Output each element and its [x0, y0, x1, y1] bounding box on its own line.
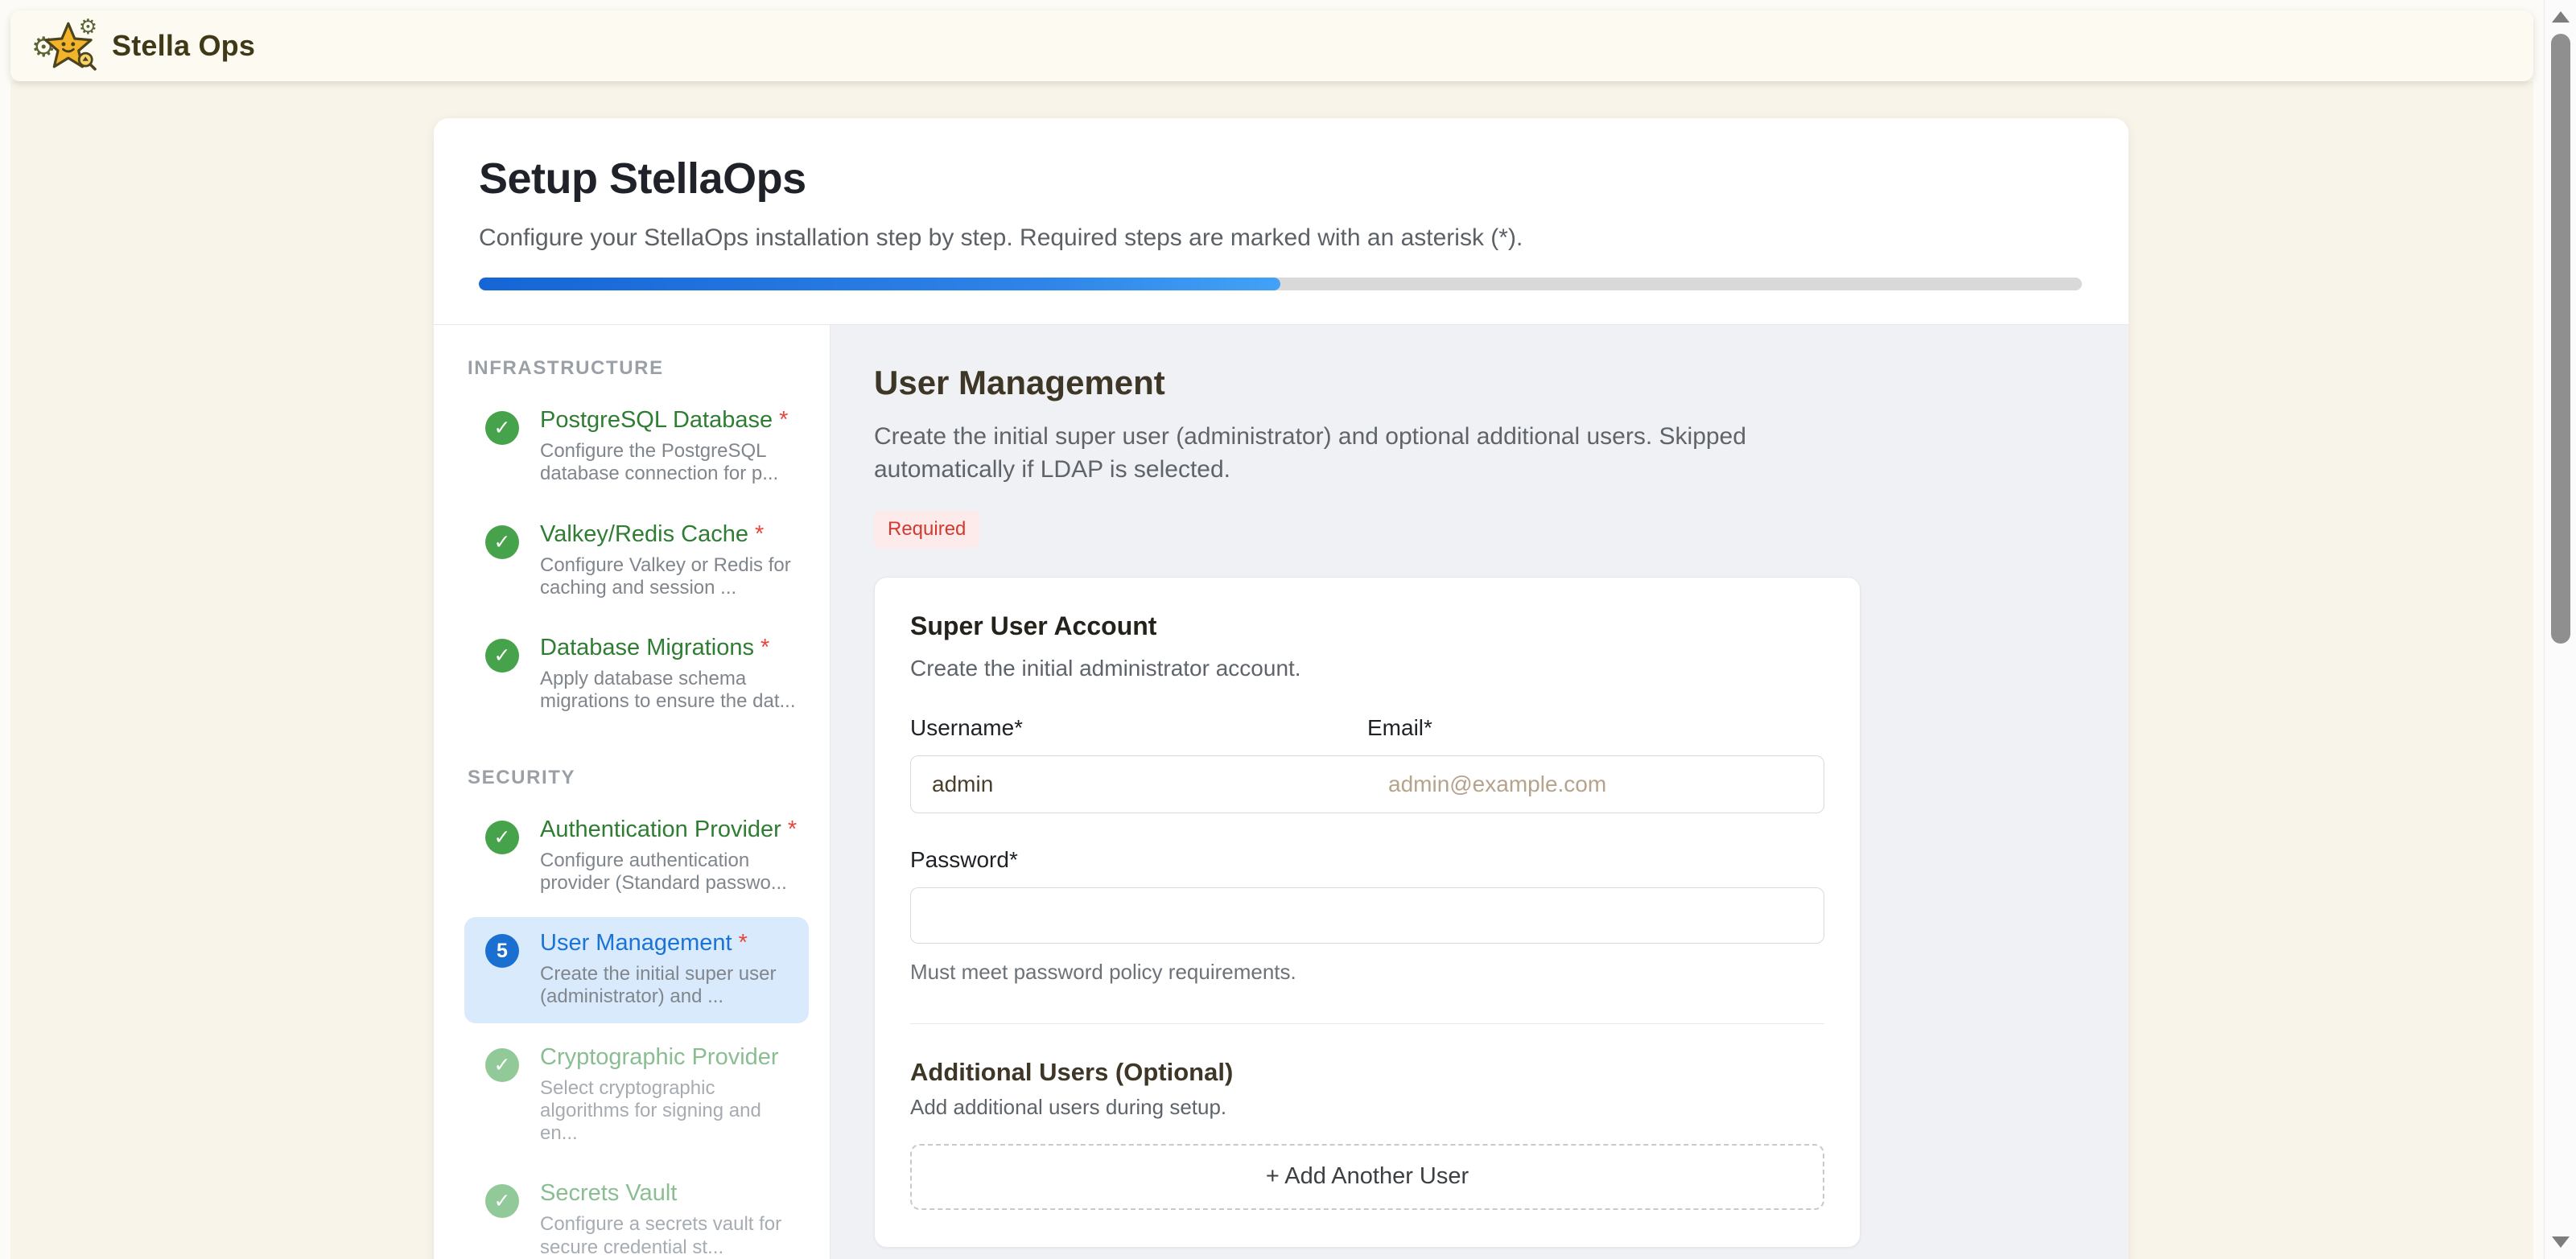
wizard-header: Setup StellaOps Configure your StellaOps… [434, 118, 2129, 324]
username-email-field-group [910, 755, 1824, 813]
email-input[interactable] [1367, 756, 1824, 813]
sidebar-item-title: Secrets Vault [540, 1180, 798, 1207]
sidebar-item-desc: Configure Valkey or Redis for caching an… [540, 554, 798, 599]
password-label: Password* [910, 847, 1018, 872]
password-hint: Must meet password policy requirements. [910, 960, 1824, 985]
app-logo-icon: ⚙ ⚙ [41, 21, 99, 71]
super-user-account-card: Super User Account Create the initial ad… [874, 577, 1861, 1248]
add-another-user-button[interactable]: + Add Another User [910, 1144, 1824, 1210]
sidebar-item-title: Cryptographic Provider [540, 1044, 798, 1071]
username-input[interactable] [911, 756, 1367, 813]
step-title: User Management [874, 364, 2129, 402]
sidebar-item-desc: Configure a secrets vault for secure cre… [540, 1213, 798, 1258]
page-background: Setup StellaOps Configure your StellaOps… [10, 81, 2533, 1259]
sidebar-item-user-management[interactable]: 5 User Management* Create the initial su… [464, 917, 809, 1023]
sidebar-item-title: User Management* [540, 930, 798, 957]
card-subtitle: Create the initial administrator account… [910, 656, 1824, 681]
check-circle-icon: ✓ [485, 821, 519, 854]
sidebar-item-authentication-provider[interactable]: ✓ Authentication Provider* Configure aut… [464, 804, 809, 910]
scrollbar-thumb[interactable] [2551, 34, 2570, 644]
required-asterisk: * [755, 521, 764, 547]
sidebar-item-title: Valkey/Redis Cache* [540, 521, 798, 548]
sidebar-item-title: Database Migrations* [540, 635, 798, 661]
sidebar-item-desc: Create the initial super user (administr… [540, 963, 798, 1008]
sidebar-section-infrastructure: INFRASTRUCTURE [468, 357, 809, 380]
progress-bar-fill [479, 278, 1280, 290]
sidebar-item-database-migrations[interactable]: ✓ Database Migrations* Apply database sc… [464, 622, 809, 728]
required-asterisk: * [739, 930, 748, 956]
additional-users-subtitle: Add additional users during setup. [910, 1095, 1824, 1120]
check-circle-icon: ✓ [485, 411, 519, 445]
sidebar-section-security: SECURITY [468, 767, 809, 789]
step-content: User Management Create the initial super… [831, 325, 2129, 1259]
vertical-scrollbar[interactable] [2544, 0, 2576, 1259]
sidebar-item-postgresql-database[interactable]: ✓ PostgreSQL Database* Configure the Pos… [464, 394, 809, 500]
sidebar-item-cryptographic-provider[interactable]: ✓ Cryptographic Provider Select cryptogr… [464, 1031, 809, 1160]
required-asterisk: * [760, 635, 769, 660]
sidebar-item-title: Authentication Provider* [540, 817, 798, 843]
sidebar-item-desc: Apply database schema migrations to ensu… [540, 668, 798, 713]
check-circle-icon: ✓ [485, 1048, 519, 1082]
progress-bar-track [479, 278, 2082, 290]
email-label: Email* [1367, 715, 1824, 741]
section-divider [910, 1023, 1824, 1024]
sidebar-item-desc: Configure the PostgreSQL database connec… [540, 440, 798, 485]
sidebar-item-secrets-vault[interactable]: ✓ Secrets Vault Configure a secrets vaul… [464, 1167, 809, 1259]
additional-users-title: Additional Users (Optional) [910, 1058, 1824, 1087]
check-circle-icon: ✓ [485, 1184, 519, 1218]
required-asterisk: * [788, 817, 797, 842]
check-circle-icon: ✓ [485, 639, 519, 673]
top-navbar: ⚙ ⚙ Stella Ops [10, 10, 2533, 81]
sidebar-item-desc: Configure authentication provider (Stand… [540, 850, 798, 895]
step-description: Create the initial super user (administr… [874, 420, 1783, 487]
username-label: Username* [910, 715, 1367, 741]
sidebar-item-desc: Select cryptographic algorithms for sign… [540, 1077, 798, 1145]
sidebar-item-title: PostgreSQL Database* [540, 407, 798, 434]
setup-wizard-card: Setup StellaOps Configure your StellaOps… [434, 118, 2129, 1259]
step-number-icon: 5 [485, 934, 519, 968]
scrollbar-up-arrow[interactable] [2552, 11, 2570, 23]
required-badge: Required [874, 511, 979, 548]
wizard-step-sidebar: INFRASTRUCTURE ✓ PostgreSQL Database* Co… [434, 325, 831, 1259]
check-circle-icon: ✓ [485, 525, 519, 559]
sidebar-item-valkey-redis-cache[interactable]: ✓ Valkey/Redis Cache* Configure Valkey o… [464, 508, 809, 615]
page-title: Setup StellaOps [479, 154, 2082, 204]
scrollbar-down-arrow[interactable] [2552, 1236, 2570, 1248]
star-mascot-icon [41, 21, 99, 71]
app-title: Stella Ops [112, 29, 255, 63]
required-asterisk: * [779, 407, 788, 433]
password-input[interactable] [910, 887, 1824, 944]
page-subtitle: Configure your StellaOps installation st… [479, 224, 2082, 252]
card-title: Super User Account [910, 611, 1824, 641]
